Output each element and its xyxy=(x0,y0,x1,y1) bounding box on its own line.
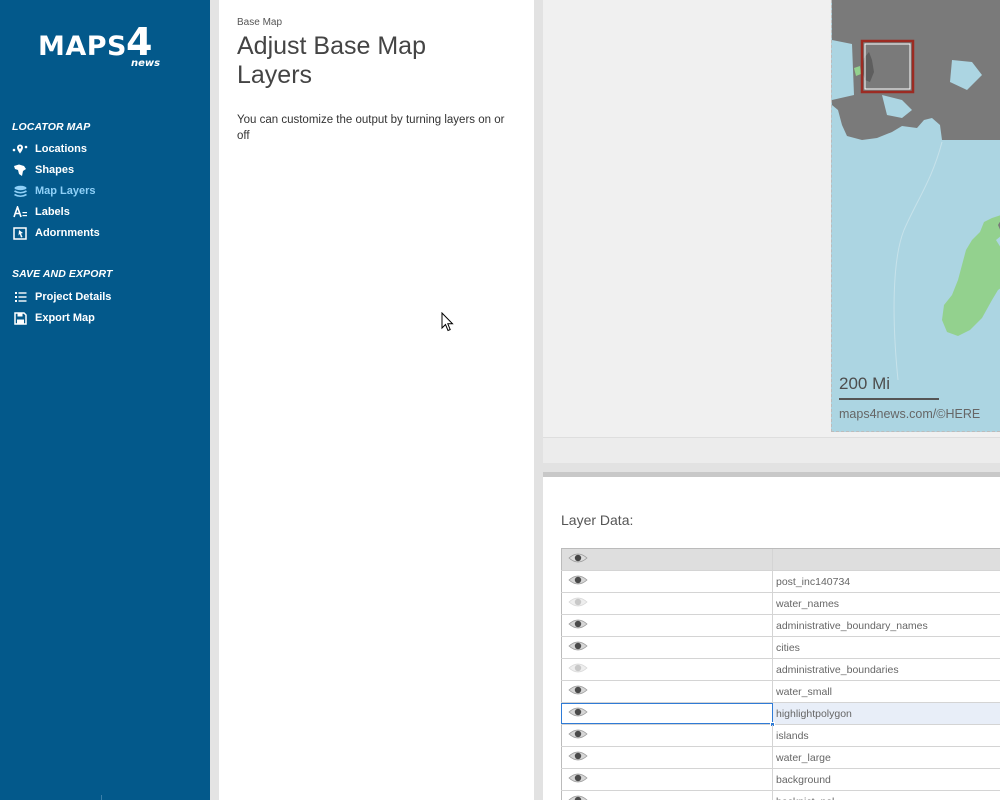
eye-hidden-icon[interactable] xyxy=(568,595,588,613)
eye-icon[interactable] xyxy=(568,573,588,591)
visibility-header[interactable] xyxy=(561,549,773,570)
eye-icon[interactable] xyxy=(568,705,588,723)
map-attribution: maps4news.com/©HERE xyxy=(839,407,981,421)
visibility-cell[interactable] xyxy=(561,571,773,592)
layer-name: administrative_boundary_names xyxy=(776,619,928,632)
eye-icon[interactable] xyxy=(568,771,588,789)
layer-table: post_inc140734 water_names administrative_… xyxy=(561,548,1000,800)
scale-bar-label: 200 Mi xyxy=(839,374,891,393)
eye-icon[interactable] xyxy=(568,551,588,569)
visibility-cell[interactable] xyxy=(561,681,773,702)
layer-name: islands xyxy=(776,729,809,742)
sidebar-item-label: Project Details xyxy=(35,291,112,303)
panel-description: You can customize the output by turning … xyxy=(237,114,505,142)
breadcrumb: Base Map xyxy=(237,17,283,28)
layer-name: highlightpolygon xyxy=(773,703,1000,724)
list-icon xyxy=(12,291,28,303)
sidebar-item-label: Shapes xyxy=(35,164,75,176)
map-footer-strip xyxy=(543,437,1000,463)
scale-bar xyxy=(839,398,939,400)
logo-number: 4 xyxy=(126,20,153,64)
table-row[interactable]: water_large xyxy=(561,747,1000,769)
maps4news-logo[interactable]: MAPS 4 news xyxy=(38,23,170,73)
save-icon xyxy=(12,311,28,325)
table-row[interactable]: post_inc140734 xyxy=(561,571,1000,593)
eye-icon[interactable] xyxy=(568,639,588,657)
visibility-cell[interactable] xyxy=(561,659,773,680)
sidebar-item-label: Map Layers xyxy=(35,185,96,197)
table-row[interactable]: cities xyxy=(561,637,1000,659)
eye-icon[interactable] xyxy=(568,793,588,800)
sidebar-item-label: Labels xyxy=(35,206,70,218)
mouse-cursor-icon xyxy=(441,311,455,338)
sidebar-item-export-map[interactable]: Export Map xyxy=(12,309,95,327)
table-row[interactable]: highlightpolygon xyxy=(561,703,1000,727)
table-row[interactable]: backpict_pol xyxy=(561,791,1000,800)
sidebar-item-locations[interactable]: Locations xyxy=(12,140,87,158)
layer-data-panel: Layer Data: post_inc140734 water_namesadm… xyxy=(543,477,1000,800)
layer-name: post_inc140734 xyxy=(776,575,851,588)
sidebar-item-map-layers[interactable]: Map Layers xyxy=(12,182,96,200)
eye-icon[interactable] xyxy=(568,683,588,701)
sidebar-item-label: Export Map xyxy=(35,312,95,324)
section-title-locator-map: LOCATOR MAP xyxy=(12,121,91,133)
name-header xyxy=(773,549,1000,570)
visibility-cell[interactable] xyxy=(561,637,773,658)
visibility-cell[interactable] xyxy=(561,791,773,800)
layer-data-title: Layer Data: xyxy=(561,512,634,528)
table-row[interactable]: water_small xyxy=(561,681,1000,703)
table-row[interactable]: islands xyxy=(561,725,1000,747)
logo-subtext: news xyxy=(131,58,161,69)
layer-name: water_large xyxy=(776,751,831,764)
table-row[interactable]: background xyxy=(561,769,1000,791)
table-row[interactable]: administrative_boundary_names xyxy=(561,615,1000,637)
eye-hidden-icon[interactable] xyxy=(568,661,588,679)
visibility-cell[interactable] xyxy=(561,725,773,746)
sidebar: MAPS 4 news LOCATOR MAP Locations Shapes… xyxy=(0,0,210,800)
layer-name: background xyxy=(776,773,831,786)
map-graphic xyxy=(832,0,1000,381)
eye-icon[interactable] xyxy=(568,727,588,745)
table-row[interactable]: administrative_boundaries xyxy=(561,659,1000,681)
section-title-save-and-export: SAVE AND EXPORT xyxy=(12,268,113,280)
settings-panel: Base Map Adjust Base Map Layers You can … xyxy=(219,0,534,800)
visibility-cell[interactable] xyxy=(561,747,773,768)
eye-icon[interactable] xyxy=(568,617,588,635)
visibility-cell[interactable] xyxy=(561,615,773,636)
visibility-cell[interactable] xyxy=(561,593,773,614)
eye-icon[interactable] xyxy=(568,749,588,767)
visibility-cell[interactable] xyxy=(561,703,775,727)
logo-text: MAPS xyxy=(38,31,127,62)
layer-name: backpict_pol xyxy=(773,791,1000,800)
panel-splitter[interactable] xyxy=(534,0,543,800)
horizontal-splitter[interactable] xyxy=(543,463,1000,472)
layer-name: water_small xyxy=(776,685,833,698)
map-canvas[interactable]: 200 Mi maps4news.com/©HERE xyxy=(831,0,1000,432)
sidebar-divider xyxy=(101,795,102,800)
sidebar-item-project-details[interactable]: Project Details xyxy=(12,288,111,306)
shape-icon xyxy=(12,164,28,176)
layer-name: cities xyxy=(776,641,800,654)
layer-name: administrative_boundaries xyxy=(776,663,899,676)
locations-icon xyxy=(12,143,28,155)
sidebar-item-label: Adornments xyxy=(35,227,100,239)
sidebar-item-shapes[interactable]: Shapes xyxy=(12,161,74,179)
layer-name: water_names xyxy=(776,597,840,610)
sidebar-item-adornments[interactable]: Adornments xyxy=(12,224,100,242)
visibility-cell[interactable] xyxy=(561,769,773,790)
sidebar-gutter xyxy=(210,0,219,800)
table-header-row xyxy=(561,549,1000,571)
table-row[interactable]: water_names xyxy=(561,593,1000,615)
sidebar-item-labels[interactable]: Labels xyxy=(12,203,70,221)
adornments-icon xyxy=(12,226,28,240)
sidebar-item-label: Locations xyxy=(35,143,87,155)
layers-icon xyxy=(12,185,28,197)
page-title: Adjust Base Map Layers xyxy=(237,32,426,89)
labels-icon xyxy=(12,206,28,218)
